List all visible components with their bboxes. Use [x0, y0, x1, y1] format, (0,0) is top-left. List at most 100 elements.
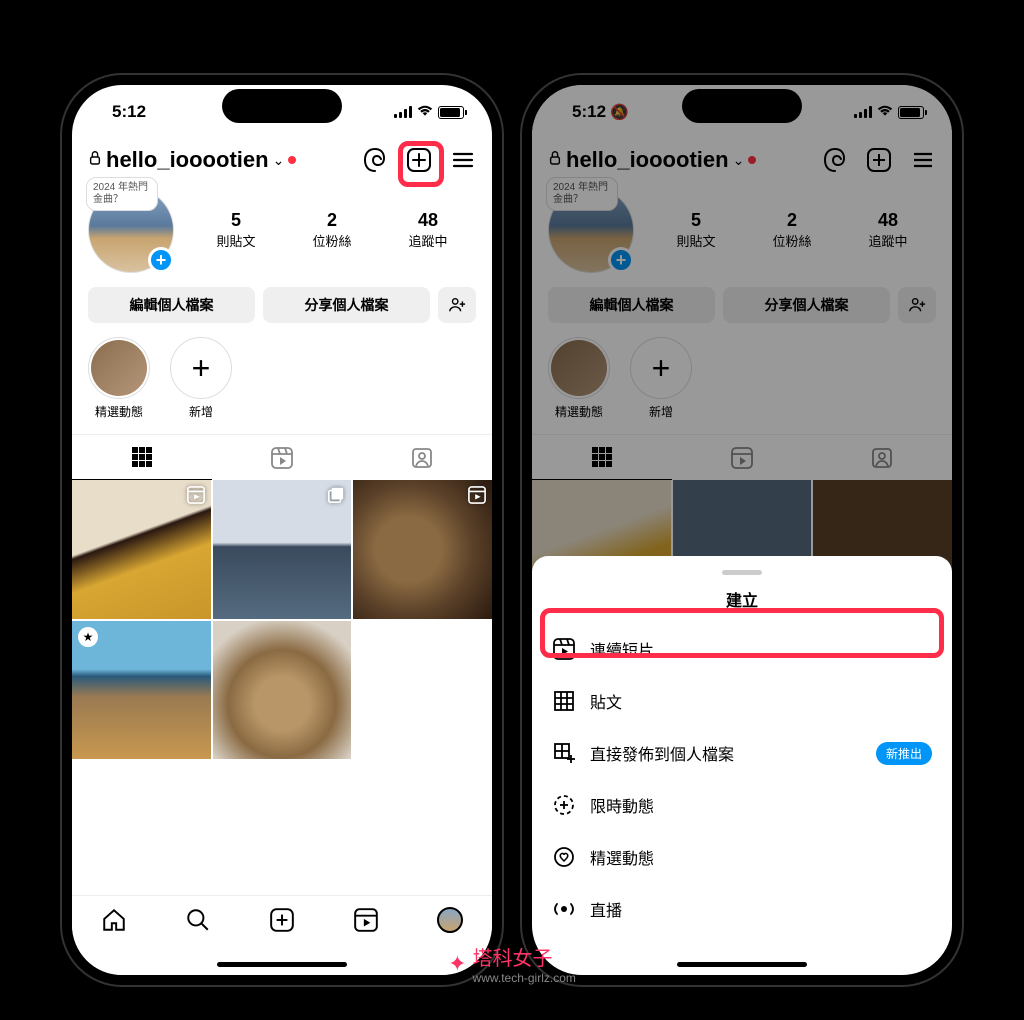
reel-icon	[468, 486, 486, 509]
watermark-brand: 塔科女子	[473, 942, 576, 971]
create-button[interactable]	[406, 147, 432, 173]
phone-right: 5:12 🔕 hello_iooootien ⌄	[522, 75, 962, 985]
lock-icon	[88, 150, 102, 171]
highlight-new: +新增	[630, 337, 692, 420]
watermark-logo-icon: ✦	[448, 951, 466, 977]
tab-reels[interactable]	[212, 435, 352, 480]
sheet-item-reel[interactable]: 連續短片	[532, 623, 952, 675]
add-story-badge[interactable]: +	[608, 247, 634, 273]
discover-people-button	[898, 287, 936, 323]
threads-icon[interactable]	[822, 147, 848, 173]
watermark-url: www.tech-girlz.com	[473, 971, 576, 985]
nav-reels[interactable]	[352, 906, 380, 934]
add-story-badge[interactable]: +	[148, 247, 174, 273]
create-bottom-sheet: 建立 連續短片 貼文 直接發佈到個人檔案 新推出 限時動態 精選動態	[532, 556, 952, 975]
profile-header: hello_iooootien ⌄	[532, 139, 952, 181]
notch	[682, 89, 802, 123]
post-cell[interactable]	[213, 480, 352, 619]
nav-create[interactable]	[268, 906, 296, 934]
screen-right: 5:12 🔕 hello_iooootien ⌄	[532, 85, 952, 975]
status-time: 5:12	[572, 102, 606, 122]
sheet-item-label: 直播	[590, 897, 622, 921]
profile-action-row: 編輯個人檔案 分享個人檔案	[532, 283, 952, 337]
post-cell[interactable]	[72, 480, 211, 619]
post-cell[interactable]	[213, 621, 352, 760]
chevron-down-icon: ⌄	[733, 152, 745, 169]
nav-search[interactable]	[184, 906, 212, 934]
reel-icon	[187, 486, 205, 509]
sheet-title: 建立	[532, 587, 952, 623]
highlight-featured[interactable]: 精選動態	[88, 337, 150, 420]
sheet-item-highlight[interactable]: 精選動態	[532, 831, 952, 883]
sheet-handle[interactable]	[722, 570, 762, 575]
stat-followers: 2位粉絲	[772, 210, 811, 250]
stat-following[interactable]: 48 追蹤中	[408, 210, 447, 250]
menu-icon[interactable]	[910, 147, 936, 173]
highlights-row: 精選動態 +新增	[532, 337, 952, 434]
stat-posts[interactable]: 5 則貼文	[216, 210, 255, 250]
home-indicator	[217, 962, 347, 967]
threads-icon[interactable]	[362, 147, 388, 173]
tab-tagged	[812, 435, 952, 480]
post-cell[interactable]	[353, 621, 492, 760]
story-hint-bubble: 2024 年熱門金曲？	[546, 177, 618, 211]
stat-posts: 5則貼文	[676, 210, 715, 250]
tab-grid	[532, 435, 672, 480]
username-selector[interactable]: hello_iooootien ⌄	[548, 147, 816, 173]
nav-profile[interactable]	[436, 906, 464, 934]
tab-reels	[672, 435, 812, 480]
sheet-item-label: 貼文	[590, 689, 622, 713]
sheet-item-label: 限時動態	[590, 793, 654, 817]
sheet-item-story[interactable]: 限時動態	[532, 779, 952, 831]
menu-icon[interactable]	[450, 147, 476, 173]
highlights-row: 精選動態 + 新增	[72, 337, 492, 434]
username: hello_iooootien	[566, 147, 729, 173]
screen-left: 5:12 hello_iooootien ⌄	[72, 85, 492, 975]
post-cell[interactable]: ★	[72, 621, 211, 760]
tab-tagged[interactable]	[352, 435, 492, 480]
notification-dot	[288, 156, 296, 164]
profile-stats-row: 2024 年熱門金曲？ + 5則貼文 2位粉絲 48追蹤中	[532, 181, 952, 283]
username-selector[interactable]: hello_iooootien ⌄	[88, 147, 356, 173]
sheet-item-live[interactable]: 直播	[532, 883, 952, 935]
new-badge: 新推出	[876, 742, 932, 765]
grid-icon	[552, 689, 576, 713]
live-icon	[552, 897, 576, 921]
edit-profile-button[interactable]: 編輯個人檔案	[88, 287, 255, 323]
post-cell[interactable]	[353, 480, 492, 619]
profile-avatar[interactable]: 2024 年熱門金曲？ +	[548, 187, 634, 273]
cellular-icon	[394, 106, 412, 118]
wifi-icon	[877, 102, 893, 122]
notch	[222, 89, 342, 123]
mute-icon: 🔕	[610, 103, 629, 121]
share-profile-button[interactable]: 分享個人檔案	[263, 287, 430, 323]
share-profile-button: 分享個人檔案	[723, 287, 890, 323]
notification-dot	[748, 156, 756, 164]
sheet-item-direct-publish[interactable]: 直接發佈到個人檔案 新推出	[532, 727, 952, 779]
heart-circle-icon	[552, 845, 576, 869]
cellular-icon	[854, 106, 872, 118]
profile-stats-row: 2024 年熱門金曲？ + 5 則貼文 2 位粉絲 48 追蹤中	[72, 181, 492, 283]
sheet-item-post[interactable]: 貼文	[532, 675, 952, 727]
edit-profile-button: 編輯個人檔案	[548, 287, 715, 323]
wifi-icon	[417, 102, 433, 122]
profile-action-row: 編輯個人檔案 分享個人檔案	[72, 283, 492, 337]
stat-following: 48追蹤中	[868, 210, 907, 250]
stat-followers[interactable]: 2 位粉絲	[312, 210, 351, 250]
battery-icon	[438, 106, 464, 119]
nav-home[interactable]	[100, 906, 128, 934]
tab-grid[interactable]	[72, 435, 212, 480]
battery-icon	[898, 106, 924, 119]
highlight-new[interactable]: + 新增	[170, 337, 232, 420]
story-hint-bubble[interactable]: 2024 年熱門金曲？	[86, 177, 158, 211]
profile-avatar[interactable]: 2024 年熱門金曲？ +	[88, 187, 174, 273]
carousel-icon	[327, 486, 345, 509]
story-plus-icon	[552, 793, 576, 817]
create-button[interactable]	[866, 147, 892, 173]
posts-grid: ★	[72, 480, 492, 759]
username: hello_iooootien	[106, 147, 269, 173]
discover-people-button[interactable]	[438, 287, 476, 323]
highlight-featured: 精選動態	[548, 337, 610, 420]
sheet-item-label: 直接發佈到個人檔案	[590, 741, 734, 765]
sheet-item-label: 精選動態	[590, 845, 654, 869]
